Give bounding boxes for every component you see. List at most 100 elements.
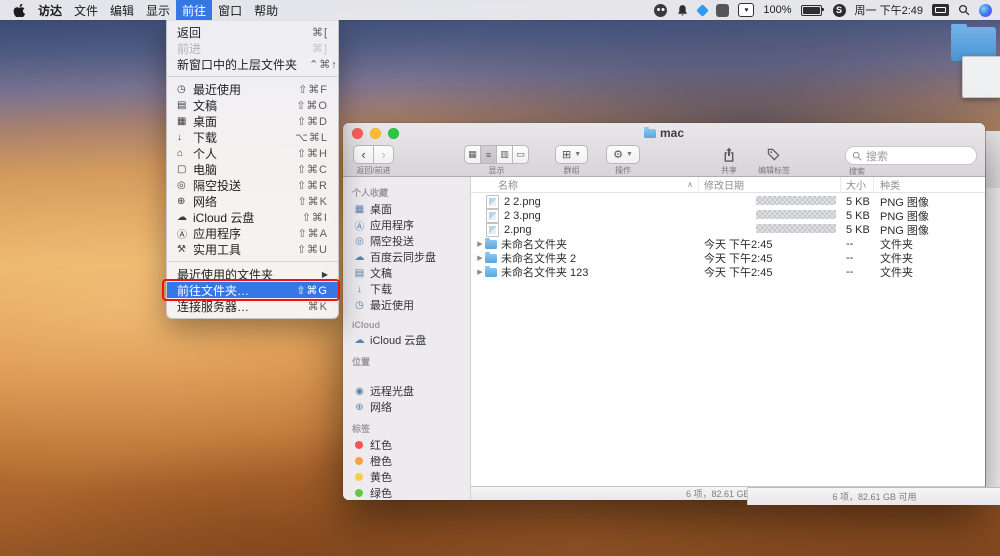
sidebar-item-红色[interactable]: 红色 xyxy=(343,437,470,453)
title-bar[interactable]: mac xyxy=(343,123,985,143)
view-mode-button-2[interactable]: ▥ xyxy=(496,145,513,164)
menubar-item-编辑[interactable]: 编辑 xyxy=(104,0,140,20)
input-app-badge[interactable]: S xyxy=(833,4,846,17)
go-menu-item-10[interactable]: ◎隔空投送⇧⌘R xyxy=(167,177,338,193)
go-menu-item-0[interactable]: 返回⌘[ xyxy=(167,24,338,40)
go-menu-item-18[interactable]: 连接服务器…⌘K xyxy=(167,298,338,314)
minimize-button[interactable] xyxy=(370,128,381,139)
go-menu-item-17[interactable]: 前往文件夹…⇧⌘G xyxy=(167,282,338,298)
go-menu-item-1[interactable]: 前进⌘] xyxy=(167,40,338,56)
sidebar-item-远程光盘[interactable]: ◉远程光盘 xyxy=(343,383,470,399)
go-menu-item-8[interactable]: ⌂个人⇧⌘H xyxy=(167,145,338,161)
go-menu-item-4[interactable]: ◷最近使用⇧⌘F xyxy=(167,81,338,97)
sidebar-item-绿色[interactable]: 绿色 xyxy=(343,485,470,500)
menu-item-label: 网络 xyxy=(193,193,285,210)
view-mode-button-0[interactable]: ▦ xyxy=(464,145,481,164)
siri-icon[interactable] xyxy=(979,4,992,17)
sidebar-item-label: 网络 xyxy=(370,399,392,415)
menubar-item-文件[interactable]: 文件 xyxy=(68,0,104,20)
menubar-item-前往[interactable]: 前往 xyxy=(176,0,212,20)
go-menu-item-6[interactable]: ▦桌面⇧⌘D xyxy=(167,113,338,129)
group-button[interactable]: ⊞ ▼ xyxy=(555,145,588,164)
menu-item-shortcut: ⇧⌘H xyxy=(297,147,328,160)
image-file-icon xyxy=(486,209,499,223)
sidebar-item-橙色[interactable]: 橙色 xyxy=(343,453,470,469)
sidebar-item-百度云同步盘[interactable]: ☁百度云同步盘 xyxy=(343,249,470,265)
go-menu-item-9[interactable]: ▢电脑⇧⌘C xyxy=(167,161,338,177)
back-forward-control: ‹ › 返回/前进 xyxy=(353,145,394,176)
zoom-button[interactable] xyxy=(388,128,399,139)
sidebar-section-items: ◉远程光盘⊕网络 xyxy=(343,370,470,415)
group-label: 群组 xyxy=(564,165,580,176)
go-menu-item-12[interactable]: ☁iCloud 云盘⇧⌘I xyxy=(167,209,338,225)
menubar-item-显示[interactable]: 显示 xyxy=(140,0,176,20)
sidebar-item-黄色[interactable]: 黄色 xyxy=(343,469,470,485)
file-row[interactable]: 2.png5 KBPNG 图像 xyxy=(471,223,985,237)
sidebar-item-下载[interactable]: ↓下载 xyxy=(343,281,470,297)
view-label: 显示 xyxy=(489,165,505,176)
go-menu-item-5[interactable]: ▤文稿⇧⌘O xyxy=(167,97,338,113)
apple-menu[interactable] xyxy=(6,3,32,17)
sidebar-item-文稿[interactable]: ▤文稿 xyxy=(343,265,470,281)
menu-item-label: 前往文件夹… xyxy=(177,282,284,299)
column-header-大小[interactable]: 大小 xyxy=(841,177,874,192)
go-menu-item-7[interactable]: ↓下载⌥⌘L xyxy=(167,129,338,145)
menu-bar-clock[interactable]: 周一 下午2:49 xyxy=(855,2,923,18)
column-header-种类[interactable]: 种类 xyxy=(874,177,985,192)
file-row[interactable]: 2 3.png5 KBPNG 图像 xyxy=(471,209,985,223)
user-switch-icon[interactable] xyxy=(654,4,667,17)
sidebar-item-iCloud 云盘[interactable]: ☁iCloud 云盘 xyxy=(343,332,470,348)
file-row[interactable]: ▶未命名文件夹今天 下午2:45--文件夹 xyxy=(471,237,985,251)
close-button[interactable] xyxy=(352,128,363,139)
edit-tags-button[interactable] xyxy=(764,145,783,164)
column-header-名称[interactable]: 名称∧ xyxy=(471,177,699,192)
menu-bar: 访达文件编辑显示前往窗口帮助 ♥ 100% S 周一 下午2:49 xyxy=(0,0,1000,20)
input-method-icon[interactable] xyxy=(932,4,949,16)
sidebar-item-应用程序[interactable]: Ⓐ应用程序 xyxy=(343,217,470,233)
go-menu: 返回⌘[前进⌘]新窗口中的上层文件夹⌃⌘↑ ◷最近使用⇧⌘F▤文稿⇧⌘O▦桌面⇧⌘… xyxy=(166,20,339,319)
spotlight-search-icon[interactable] xyxy=(958,4,970,16)
desktop-file-icon[interactable] xyxy=(962,56,1000,98)
share-button[interactable] xyxy=(720,145,738,164)
go-menu-item-14[interactable]: ⚒实用工具⇧⌘U xyxy=(167,241,338,257)
go-menu-item-13[interactable]: Ⓐ应用程序⇧⌘A xyxy=(167,225,338,241)
sidebar-item-桌面[interactable]: ▦桌面 xyxy=(343,201,470,217)
menu-item-label: 新窗口中的上层文件夹 xyxy=(177,56,297,73)
search-input[interactable]: 搜索 xyxy=(845,146,977,165)
app-status-icon[interactable] xyxy=(716,4,729,17)
airdrop-status-icon[interactable] xyxy=(697,4,710,17)
go-menu-item-16[interactable]: 最近使用的文件夹▶ xyxy=(167,266,338,282)
menubar-item-帮助[interactable]: 帮助 xyxy=(248,0,284,20)
file-row[interactable]: ▶未命名文件夹 123今天 下午2:45--文件夹 xyxy=(471,265,985,279)
menu-item-shortcut: ⇧⌘K xyxy=(297,195,328,208)
sidebar-item-网络[interactable]: ⊕网络 xyxy=(343,399,470,415)
action-button[interactable]: ⚙ ▼ xyxy=(606,145,640,164)
file-row[interactable]: ▶未命名文件夹 2今天 下午2:45--文件夹 xyxy=(471,251,985,265)
tag-color-dot xyxy=(355,489,363,497)
file-browser: 名称∧修改日期大小种类 2 2.png5 KBPNG 图像2 3.png5 KB… xyxy=(471,177,985,500)
file-name-cell: ▶未命名文件夹 123 xyxy=(471,264,699,280)
menubar-item-窗口[interactable]: 窗口 xyxy=(212,0,248,20)
go-menu-item-11[interactable]: ⊕网络 ⇧⌘K xyxy=(167,193,338,209)
forward-button[interactable]: › xyxy=(373,145,394,164)
disclosure-triangle-icon[interactable]: ▶ xyxy=(475,240,485,248)
messages-icon[interactable]: ♥ xyxy=(738,3,754,17)
sidebar-item-最近使用[interactable]: ◷最近使用 xyxy=(343,297,470,313)
column-header-修改日期[interactable]: 修改日期 xyxy=(699,177,841,192)
notifications-bell-icon[interactable] xyxy=(676,4,689,17)
view-mode-button-3[interactable]: ▭ xyxy=(512,145,529,164)
tag-color-dot xyxy=(355,457,363,465)
sidebar-section-title: iCloud xyxy=(343,313,470,332)
go-menu-item-2[interactable]: 新窗口中的上层文件夹⌃⌘↑ xyxy=(167,56,338,72)
back-button[interactable]: ‹ xyxy=(353,145,374,164)
sidebar-item-隔空投送[interactable]: ◎隔空投送 xyxy=(343,233,470,249)
file-row[interactable]: 2 2.png5 KBPNG 图像 xyxy=(471,195,985,209)
tag-control: 编辑标签 xyxy=(758,145,790,176)
disclosure-triangle-icon[interactable]: ▶ xyxy=(475,268,485,276)
menu-item-icon: ⊕ xyxy=(177,196,193,207)
view-mode-button-1[interactable]: ≡ xyxy=(480,145,497,164)
disclosure-triangle-icon[interactable]: ▶ xyxy=(475,254,485,262)
menubar-item-访达[interactable]: 访达 xyxy=(32,0,68,20)
sidebar-item-label: iCloud 云盘 xyxy=(370,332,426,348)
sidebar-item-icon: ▦ xyxy=(352,204,367,215)
